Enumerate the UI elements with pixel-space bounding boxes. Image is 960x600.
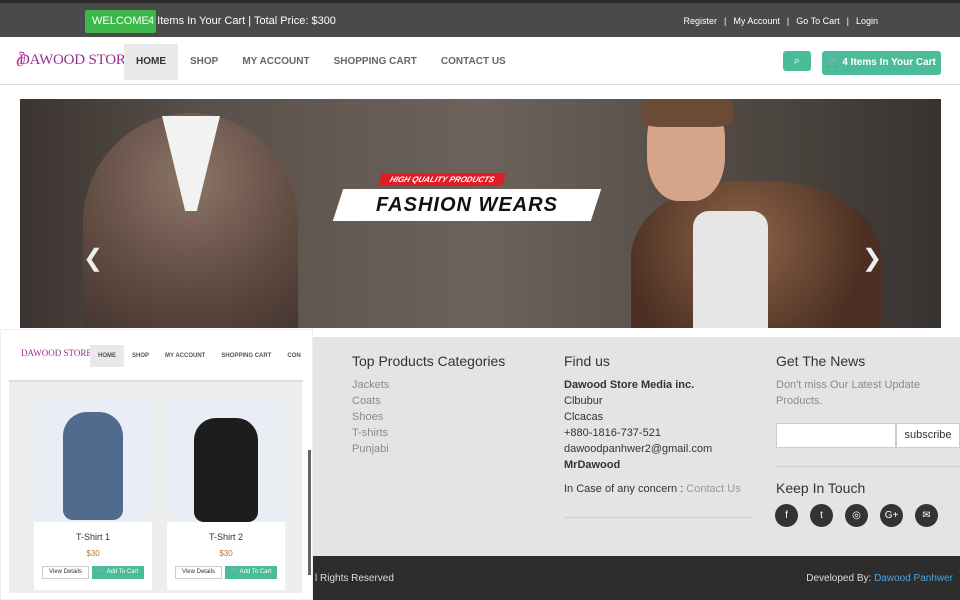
newsletter-column: Get The News Don't miss Our Latest Updat… <box>776 353 956 409</box>
search-button[interactable]: ⌕ <box>783 51 811 71</box>
product-name: T-Shirt 2 <box>208 532 243 542</box>
slider-prev-button[interactable]: ❮ <box>83 244 103 273</box>
category-coats[interactable]: Coats <box>352 393 532 409</box>
category-punjabi[interactable]: Punjabi <box>352 441 532 457</box>
footer: Top Products Categories Jackets Coats Sh… <box>313 337 960 556</box>
find-us-column: Find us Dawood Store Media inc. Clbubur … <box>564 353 754 497</box>
separator: | <box>846 16 849 26</box>
register-link[interactable]: Register <box>684 11 718 31</box>
product-image[interactable] <box>167 396 285 522</box>
cart-icon: 🛒 <box>230 569 240 575</box>
view-details-button[interactable]: View Details <box>42 566 89 579</box>
search-icon: ⌕ <box>793 55 801 67</box>
login-link[interactable]: Login <box>856 11 878 31</box>
nav-contact-us[interactable]: CONTACT US <box>429 44 518 80</box>
product-grid: T-Shirt 1 $30 View Details 🛒 Add To Cart… <box>9 382 311 593</box>
developer-credit: Developed By: Dawood Panhwer <box>806 573 953 584</box>
preview-logo[interactable]: DAWOOD STORE <box>21 348 92 358</box>
view-details-button[interactable]: View Details <box>175 566 222 579</box>
main-navbar: ∂ DAWOOD STORE HOME SHOP MY ACCOUNT SHOPP… <box>0 37 960 85</box>
product-card: T-Shirt 2 $30 View Details 🛒 Add To Cart <box>167 396 285 590</box>
concern-text: In Case of any concern : Contact Us <box>564 483 741 495</box>
cart-button[interactable]: 🛒 4 Items In Your Cart <box>822 51 941 75</box>
address-line: Clcacas <box>564 411 604 423</box>
fashion-banner: HIGH QUALITY PRODUCTS FASHION WEARS <box>332 173 602 227</box>
hero-slider: HIGH QUALITY PRODUCTS FASHION WEARS ❮ ❯ <box>20 99 941 328</box>
nav-shopping-cart[interactable]: SHOPPING CART <box>322 44 429 80</box>
divider <box>776 466 960 467</box>
copyright-text: l Rights Reserved <box>315 573 394 584</box>
store-logo[interactable]: ∂ DAWOOD STORE <box>16 49 135 71</box>
separator: | <box>724 16 727 26</box>
cart-icon: 🛒 <box>97 569 107 575</box>
category-jackets[interactable]: Jackets <box>352 377 532 393</box>
email-address: dawoodpanhwer2@gmail.com <box>564 443 713 455</box>
main-menu: HOME SHOP MY ACCOUNT SHOPPING CART CONTA… <box>124 44 518 80</box>
preview-nav-my-account[interactable]: MY ACCOUNT <box>157 345 213 367</box>
newsletter-email-input[interactable] <box>776 423 896 448</box>
nav-home[interactable]: HOME <box>124 44 178 80</box>
contact-us-link[interactable]: Contact Us <box>686 483 740 495</box>
news-text: Don't miss Our Latest Update Products. <box>776 379 920 407</box>
category-shoes[interactable]: Shoes <box>352 409 532 425</box>
social-links: f t ◎ G+ ✉ <box>775 504 938 527</box>
nav-my-account[interactable]: MY ACCOUNT <box>230 44 321 80</box>
categories-column: Top Products Categories Jackets Coats Sh… <box>352 353 532 457</box>
contact-person: MrDawood <box>564 459 621 471</box>
preview-nav-contact[interactable]: CON <box>279 345 308 367</box>
instagram-icon[interactable]: ◎ <box>845 504 868 527</box>
my-account-link[interactable]: My Account <box>733 11 780 31</box>
categories-title: Top Products Categories <box>352 353 506 369</box>
logo-swirl-icon: ∂ <box>16 49 26 71</box>
divider <box>564 517 752 518</box>
keep-in-touch-title: Keep In Touch <box>776 480 866 496</box>
twitter-icon[interactable]: t <box>810 504 833 527</box>
cart-icon: 🛒 <box>827 57 840 68</box>
subscribe-form: subscribe <box>776 423 960 448</box>
product-image[interactable] <box>34 396 152 522</box>
product-price: $30 <box>86 549 100 558</box>
model-image <box>623 99 881 328</box>
company-name: Dawood Store Media inc. <box>564 379 695 391</box>
product-price: $30 <box>219 549 233 558</box>
preview-nav-shop[interactable]: SHOP <box>124 345 157 367</box>
news-title: Get The News <box>776 353 866 369</box>
keep-in-touch: Keep In Touch <box>776 480 865 504</box>
preview-nav-home[interactable]: HOME <box>90 345 124 367</box>
chevron-left-icon: ❮ <box>83 245 104 272</box>
product-name: T-Shirt 1 <box>75 532 110 542</box>
banner-title: FASHION WEARS <box>376 194 558 216</box>
preview-menu: HOME SHOP MY ACCOUNT SHOPPING CART CON <box>90 345 309 367</box>
google-plus-icon[interactable]: G+ <box>880 504 903 527</box>
product-card: T-Shirt 1 $30 View Details 🛒 Add To Cart <box>34 396 152 590</box>
chevron-right-icon: ❯ <box>862 245 883 272</box>
category-tshirts[interactable]: T-shirts <box>352 425 532 441</box>
phone-number: +880-1816-737-521 <box>564 427 661 439</box>
copyright-bar: l Rights Reserved Developed By: Dawood P… <box>313 556 960 600</box>
vertical-scrollbar[interactable] <box>308 450 311 575</box>
go-to-cart-link[interactable]: Go To Cart <box>796 11 839 31</box>
subscribe-button[interactable]: subscribe <box>896 423 960 448</box>
welcome-badge: WELCOME <box>85 10 156 33</box>
product-preview-panel: DAWOOD STORE HOME SHOP MY ACCOUNT SHOPPI… <box>0 329 313 600</box>
mail-icon[interactable]: ✉ <box>915 504 938 527</box>
nav-shop[interactable]: SHOP <box>178 44 230 80</box>
topbar: WELCOME 4 Items In Your Cart | Total Pri… <box>0 0 960 37</box>
address-line: Clbubur <box>564 395 603 407</box>
facebook-icon[interactable]: f <box>775 504 798 527</box>
find-us-title: Find us <box>564 353 610 369</box>
developer-link[interactable]: Dawood Panhwer <box>874 573 953 584</box>
slider-next-button[interactable]: ❯ <box>862 244 882 273</box>
add-to-cart-button[interactable]: 🛒 Add To Cart <box>92 566 144 579</box>
banner-tag: HIGH QUALITY PRODUCTS <box>377 173 507 186</box>
separator: | <box>786 16 790 26</box>
top-links: Register | My Account | Go To Cart | Login <box>684 11 878 31</box>
add-to-cart-button[interactable]: 🛒 Add To Cart <box>225 566 277 579</box>
preview-nav-shopping-cart[interactable]: SHOPPING CART <box>213 345 279 367</box>
cart-summary: 4 Items In Your Cart | Total Price: $300 <box>148 15 336 27</box>
